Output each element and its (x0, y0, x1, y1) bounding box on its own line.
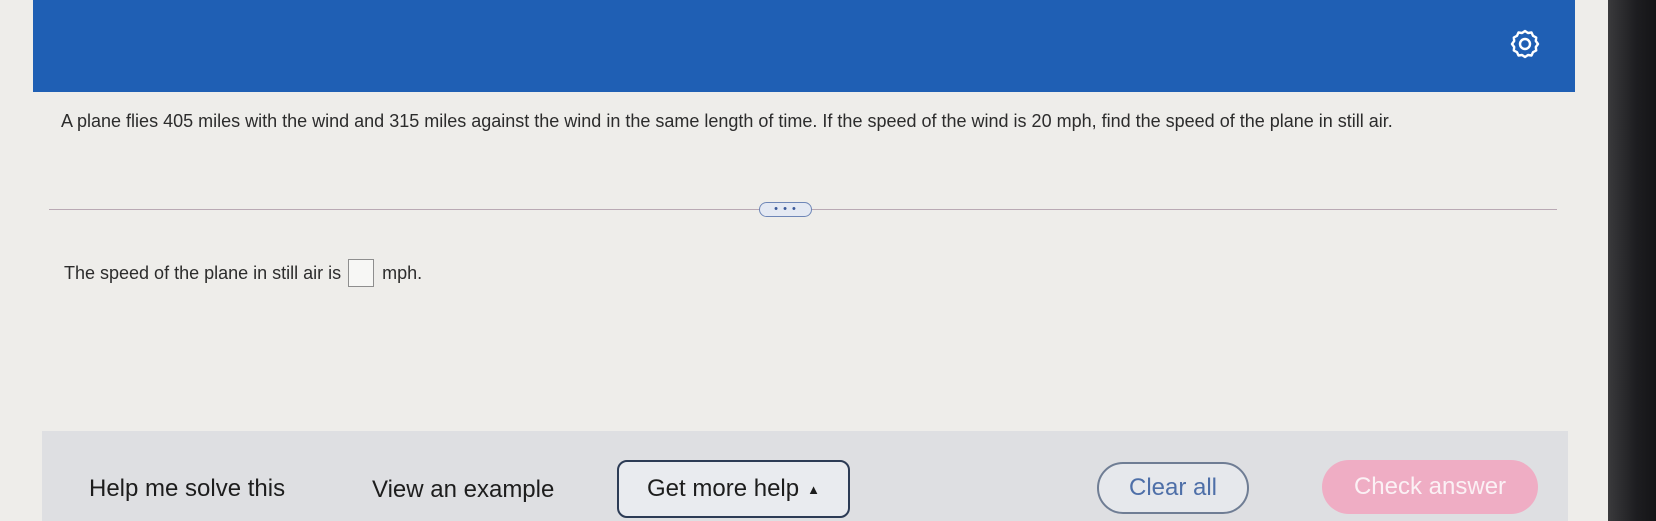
gear-icon[interactable] (1509, 28, 1541, 60)
answer-line: The speed of the plane in still air is m… (64, 259, 422, 287)
screen-bezel (1608, 0, 1656, 521)
header-bar (33, 0, 1575, 92)
caret-up-icon: ▲ (807, 481, 820, 497)
get-more-help-label: Get more help (647, 475, 800, 502)
answer-unit: mph. (382, 263, 423, 283)
get-more-help-button[interactable]: Get more help ▲ (617, 460, 850, 518)
expand-button[interactable]: • • • (759, 202, 812, 217)
help-me-solve-button[interactable]: Help me solve this (89, 475, 285, 503)
answer-input[interactable] (348, 259, 375, 287)
view-example-button[interactable]: View an example (372, 476, 554, 504)
answer-prefix: The speed of the plane in still air is (64, 263, 342, 283)
question-text: A plane flies 405 miles with the wind an… (61, 111, 1393, 131)
screen: A plane flies 405 miles with the wind an… (0, 0, 1608, 521)
clear-all-button[interactable]: Clear all (1097, 462, 1249, 514)
check-answer-button[interactable]: Check answer (1322, 460, 1538, 514)
